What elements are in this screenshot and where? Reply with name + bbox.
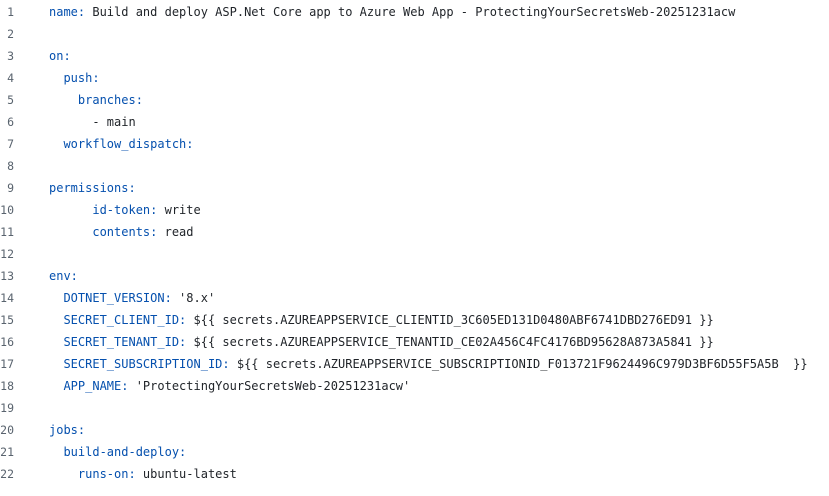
yaml-key: APP_NAME: bbox=[49, 379, 129, 393]
yaml-value: '8.x' bbox=[171, 291, 216, 305]
line-content[interactable]: id-token: write bbox=[49, 199, 201, 221]
line-number: 18 bbox=[0, 379, 14, 393]
code-line: 16 SECRET_TENANT_ID: ${{ secrets.AZUREAP… bbox=[0, 331, 829, 353]
code-line: 4 push: bbox=[0, 67, 829, 89]
line-number: 6 bbox=[7, 115, 14, 129]
yaml-key: workflow_dispatch: bbox=[49, 137, 194, 151]
code-line: 19 bbox=[0, 397, 829, 419]
code-line: 9 permissions: bbox=[0, 177, 829, 199]
yaml-key: branches: bbox=[49, 93, 143, 107]
line-content[interactable]: APP_NAME: 'ProtectingYourSecretsWeb-2025… bbox=[49, 375, 410, 397]
yaml-key: jobs: bbox=[49, 423, 86, 437]
yaml-value: 'ProtectingYourSecretsWeb-20251231acw' bbox=[128, 379, 411, 393]
yaml-value: ${{ secrets.AZUREAPPSERVICE_CLIENTID_3C6… bbox=[186, 313, 714, 327]
line-number: 4 bbox=[7, 71, 14, 85]
line-number: 22 bbox=[0, 467, 14, 481]
line-number: 8 bbox=[7, 159, 14, 173]
yaml-key: push: bbox=[49, 71, 100, 85]
code-line: 3 on: bbox=[0, 45, 829, 67]
code-line: 22 runs-on: ubuntu-latest bbox=[0, 463, 829, 485]
line-content[interactable]: build-and-deploy: bbox=[49, 441, 186, 463]
code-line: 20 jobs: bbox=[0, 419, 829, 441]
code-editor[interactable]: 1 name: Build and deploy ASP.Net Core app… bbox=[0, 1, 829, 485]
line-number: 17 bbox=[0, 357, 14, 371]
yaml-key: SECRET_CLIENT_ID: bbox=[49, 313, 187, 327]
yaml-key: DOTNET_VERSION: bbox=[49, 291, 172, 305]
code-line: 5 branches: bbox=[0, 89, 829, 111]
line-content[interactable]: SECRET_TENANT_ID: ${{ secrets.AZUREAPPSE… bbox=[49, 331, 714, 353]
line-number: 20 bbox=[0, 423, 14, 437]
code-line: 7 workflow_dispatch: bbox=[0, 133, 829, 155]
line-content[interactable]: push: bbox=[49, 67, 100, 89]
yaml-key: env: bbox=[49, 269, 78, 283]
yaml-key: SECRET_TENANT_ID: bbox=[49, 335, 187, 349]
line-number: 7 bbox=[7, 137, 14, 151]
line-number: 21 bbox=[0, 445, 14, 459]
line-number: 5 bbox=[7, 93, 14, 107]
line-content[interactable]: jobs: bbox=[49, 419, 85, 441]
line-content[interactable]: permissions: bbox=[49, 177, 136, 199]
yaml-key: name: bbox=[49, 5, 86, 19]
line-number: 13 bbox=[0, 269, 14, 283]
yaml-key: build-and-deploy: bbox=[49, 445, 187, 459]
code-line: 14 DOTNET_VERSION: '8.x' bbox=[0, 287, 829, 309]
line-content[interactable]: name: Build and deploy ASP.Net Core app … bbox=[49, 1, 735, 23]
line-content[interactable]: env: bbox=[49, 265, 78, 287]
yaml-value: ${{ secrets.AZUREAPPSERVICE_SUBSCRIPTION… bbox=[229, 357, 808, 371]
line-content[interactable]: workflow_dispatch: bbox=[49, 133, 194, 155]
yaml-value: - main bbox=[49, 115, 136, 129]
yaml-key: permissions: bbox=[49, 181, 136, 195]
yaml-key: contents: bbox=[49, 225, 158, 239]
line-content[interactable]: branches: bbox=[49, 89, 143, 111]
code-line: 18 APP_NAME: 'ProtectingYourSecretsWeb-2… bbox=[0, 375, 829, 397]
yaml-key: on: bbox=[49, 49, 71, 63]
code-line: 8 bbox=[0, 155, 829, 177]
code-line: 15 SECRET_CLIENT_ID: ${{ secrets.AZUREAP… bbox=[0, 309, 829, 331]
line-content[interactable]: runs-on: ubuntu-latest bbox=[49, 463, 237, 485]
line-content[interactable]: on: bbox=[49, 45, 71, 67]
line-number: 12 bbox=[0, 247, 14, 261]
line-number: 15 bbox=[0, 313, 14, 327]
yaml-key: id-token: bbox=[49, 203, 158, 217]
line-content[interactable]: - main bbox=[49, 111, 136, 133]
yaml-value: ubuntu-latest bbox=[135, 467, 237, 481]
code-line: 2 bbox=[0, 23, 829, 45]
line-number: 14 bbox=[0, 291, 14, 305]
line-number: 3 bbox=[7, 49, 14, 63]
yaml-key: SECRET_SUBSCRIPTION_ID: bbox=[49, 357, 230, 371]
line-number: 9 bbox=[7, 181, 14, 195]
yaml-value: write bbox=[157, 203, 201, 217]
line-number: 1 bbox=[7, 5, 14, 19]
yaml-key: runs-on: bbox=[49, 467, 136, 481]
code-line: 13 env: bbox=[0, 265, 829, 287]
line-content[interactable]: DOTNET_VERSION: '8.x' bbox=[49, 287, 215, 309]
yaml-value: read bbox=[157, 225, 194, 239]
code-line: 10 id-token: write bbox=[0, 199, 829, 221]
yaml-value: Build and deploy ASP.Net Core app to Azu… bbox=[85, 5, 736, 19]
line-number: 2 bbox=[7, 27, 14, 41]
line-content[interactable]: SECRET_SUBSCRIPTION_ID: ${{ secrets.AZUR… bbox=[49, 353, 808, 375]
line-number: 10 bbox=[0, 203, 14, 217]
code-line: 1 name: Build and deploy ASP.Net Core app… bbox=[0, 1, 829, 23]
line-number: 16 bbox=[0, 335, 14, 349]
yaml-value: ${{ secrets.AZUREAPPSERVICE_TENANTID_CE0… bbox=[186, 335, 714, 349]
line-number: 19 bbox=[0, 401, 14, 415]
code-line: 11 contents: read bbox=[0, 221, 829, 243]
code-line: 6 - main bbox=[0, 111, 829, 133]
line-number: 11 bbox=[0, 225, 14, 239]
code-line: 12 bbox=[0, 243, 829, 265]
line-content[interactable]: SECRET_CLIENT_ID: ${{ secrets.AZUREAPPSE… bbox=[49, 309, 714, 331]
code-line: 21 build-and-deploy: bbox=[0, 441, 829, 463]
code-line: 17 SECRET_SUBSCRIPTION_ID: ${{ secrets.A… bbox=[0, 353, 829, 375]
line-content[interactable]: contents: read bbox=[49, 221, 194, 243]
